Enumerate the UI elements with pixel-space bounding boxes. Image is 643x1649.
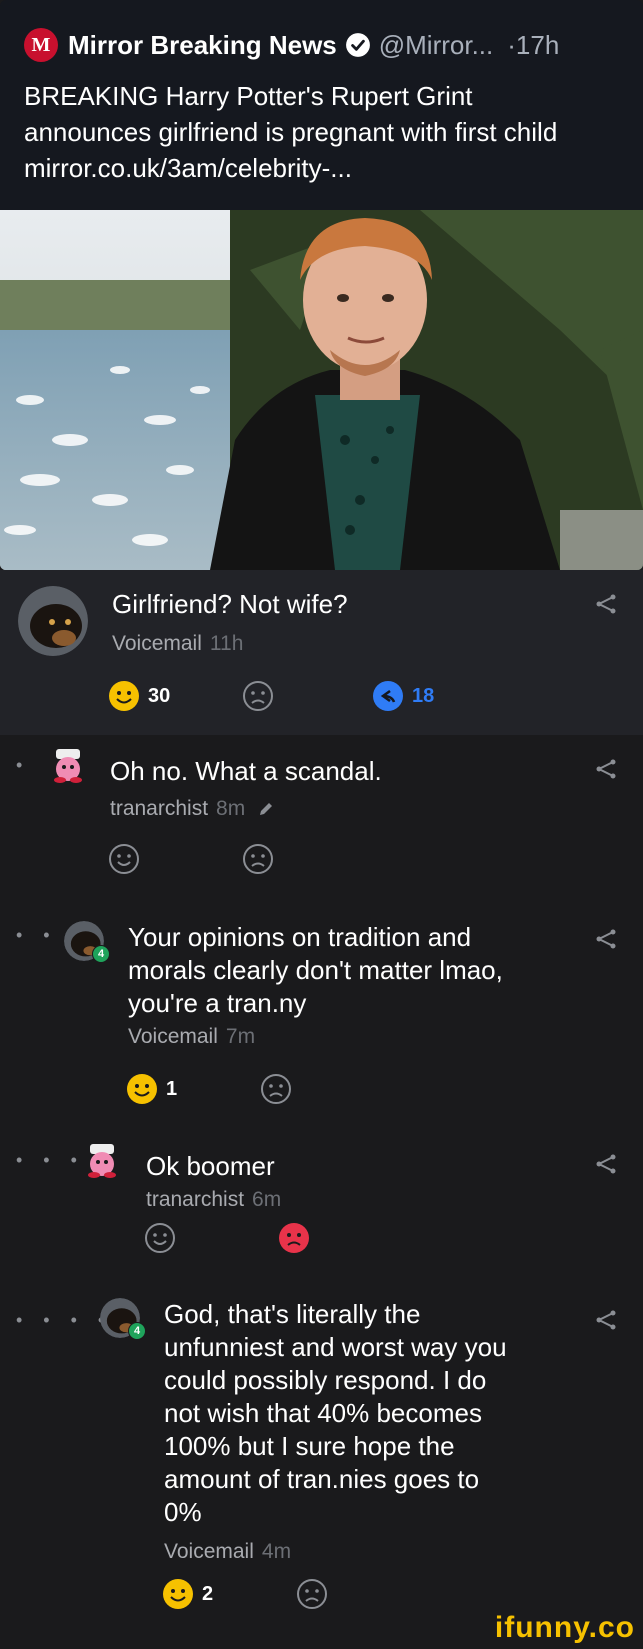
comment-text: Girlfriend? Not wife? [112, 589, 348, 619]
frown-icon [279, 1223, 309, 1253]
smile-count: 30 [148, 684, 171, 707]
comment-text: Ok boomer [146, 1151, 275, 1181]
level-badge: 4 [92, 945, 110, 963]
frown-icon [243, 844, 273, 874]
comment-reply-3[interactable]: • • • Ok boomer tranarchist 6m [0, 1130, 643, 1270]
comment-username[interactable]: Voicemail [164, 1540, 254, 1563]
frown-icon [243, 681, 273, 711]
share-icon[interactable] [594, 592, 618, 616]
comment-top[interactable]: Girlfriend? Not wife? Voicemail 11h 30 18 [0, 570, 643, 735]
avatar-kirby[interactable] [48, 745, 88, 785]
comment-text: God, that's literally the unfunniest and… [164, 1299, 507, 1527]
comment-username[interactable]: tranarchist [110, 797, 208, 820]
comment-text: Oh no. What a scandal. [110, 756, 382, 786]
level-badge: 4 [128, 1322, 146, 1340]
verified-icon [345, 33, 370, 57]
tweet-text: BREAKING Harry Potter's Rupert Grint ann… [24, 81, 558, 183]
tweet-photo[interactable] [0, 210, 643, 570]
frown-reaction-button[interactable] [296, 1578, 328, 1610]
smile-count: 2 [202, 1582, 214, 1605]
comment-username[interactable]: Voicemail [128, 1025, 218, 1048]
depth-indicator: • • [16, 925, 58, 945]
frown-icon [297, 1579, 327, 1609]
comment-meta: Voicemail 4m [164, 1540, 291, 1564]
frown-reaction-button-active[interactable] [278, 1222, 310, 1254]
comment-time: 4m [261, 1540, 292, 1563]
frown-reaction-button[interactable] [260, 1073, 292, 1105]
comment-meta: Voicemail 11h [112, 632, 243, 656]
reply-icon [373, 681, 403, 711]
avatar-kirby[interactable] [82, 1140, 122, 1180]
avatar-rottweiler[interactable] [18, 586, 88, 656]
account-name[interactable]: Mirror Breaking News [68, 30, 337, 61]
share-icon[interactable] [594, 757, 618, 781]
comment-username[interactable]: tranarchist [146, 1188, 244, 1211]
share-icon[interactable] [594, 1152, 618, 1176]
frown-reaction-button[interactable] [242, 843, 274, 875]
comment-reply-2[interactable]: • • 4 Your opinions on tradition and mor… [0, 905, 643, 1115]
comment-username[interactable]: Voicemail [112, 632, 202, 655]
ifunny-watermark: ifunny.co [494, 1611, 635, 1644]
frown-reaction-button[interactable] [242, 680, 274, 712]
mirror-logo: M [24, 28, 58, 62]
smile-reaction-button[interactable] [108, 843, 140, 875]
account-handle[interactable]: @Mirror... [379, 30, 494, 61]
depth-indicator: • [16, 755, 31, 775]
tweet-header: M Mirror Breaking News @Mirror... ·17h [24, 28, 559, 62]
smile-icon [145, 1223, 175, 1253]
reply-count: 18 [412, 684, 435, 707]
tweet-card[interactable]: M Mirror Breaking News @Mirror... ·17h B… [0, 0, 643, 570]
reply-button[interactable]: 18 [372, 680, 434, 712]
comment-meta: Voicemail 7m [128, 1025, 255, 1049]
comment-time: 7m [225, 1025, 256, 1048]
smile-count: 1 [166, 1077, 178, 1100]
smile-icon [127, 1074, 157, 1104]
comment-reply-1[interactable]: • Oh no. What a scandal. tranarchist 8m [0, 735, 643, 895]
tweet-time: ·17h [507, 29, 560, 60]
comment-meta: tranarchist 6m [146, 1188, 281, 1212]
comment-reply-4[interactable]: • • • • 4 God, that's literally the unfu… [0, 1290, 643, 1620]
edited-pencil-icon [260, 803, 273, 816]
comment-time: 6m [252, 1188, 282, 1211]
comment-meta: tranarchist 8m [110, 797, 275, 821]
comment-time: 11h [209, 632, 244, 655]
depth-indicator: • • • [16, 1150, 85, 1170]
share-icon[interactable] [594, 1308, 618, 1332]
comment-time: 8m [216, 797, 246, 820]
comment-text: Your opinions on tradition and morals cl… [128, 922, 503, 1018]
smile-reaction-button[interactable]: 2 [162, 1578, 213, 1610]
smile-icon [109, 844, 139, 874]
smile-reaction-button[interactable]: 30 [108, 680, 170, 712]
depth-indicator: • • • • [16, 1310, 113, 1330]
frown-icon [261, 1074, 291, 1104]
smile-icon [109, 681, 139, 711]
smile-reaction-button[interactable] [144, 1222, 176, 1254]
smile-reaction-button[interactable]: 1 [126, 1073, 177, 1105]
smile-icon [163, 1579, 193, 1609]
share-icon[interactable] [594, 927, 618, 951]
